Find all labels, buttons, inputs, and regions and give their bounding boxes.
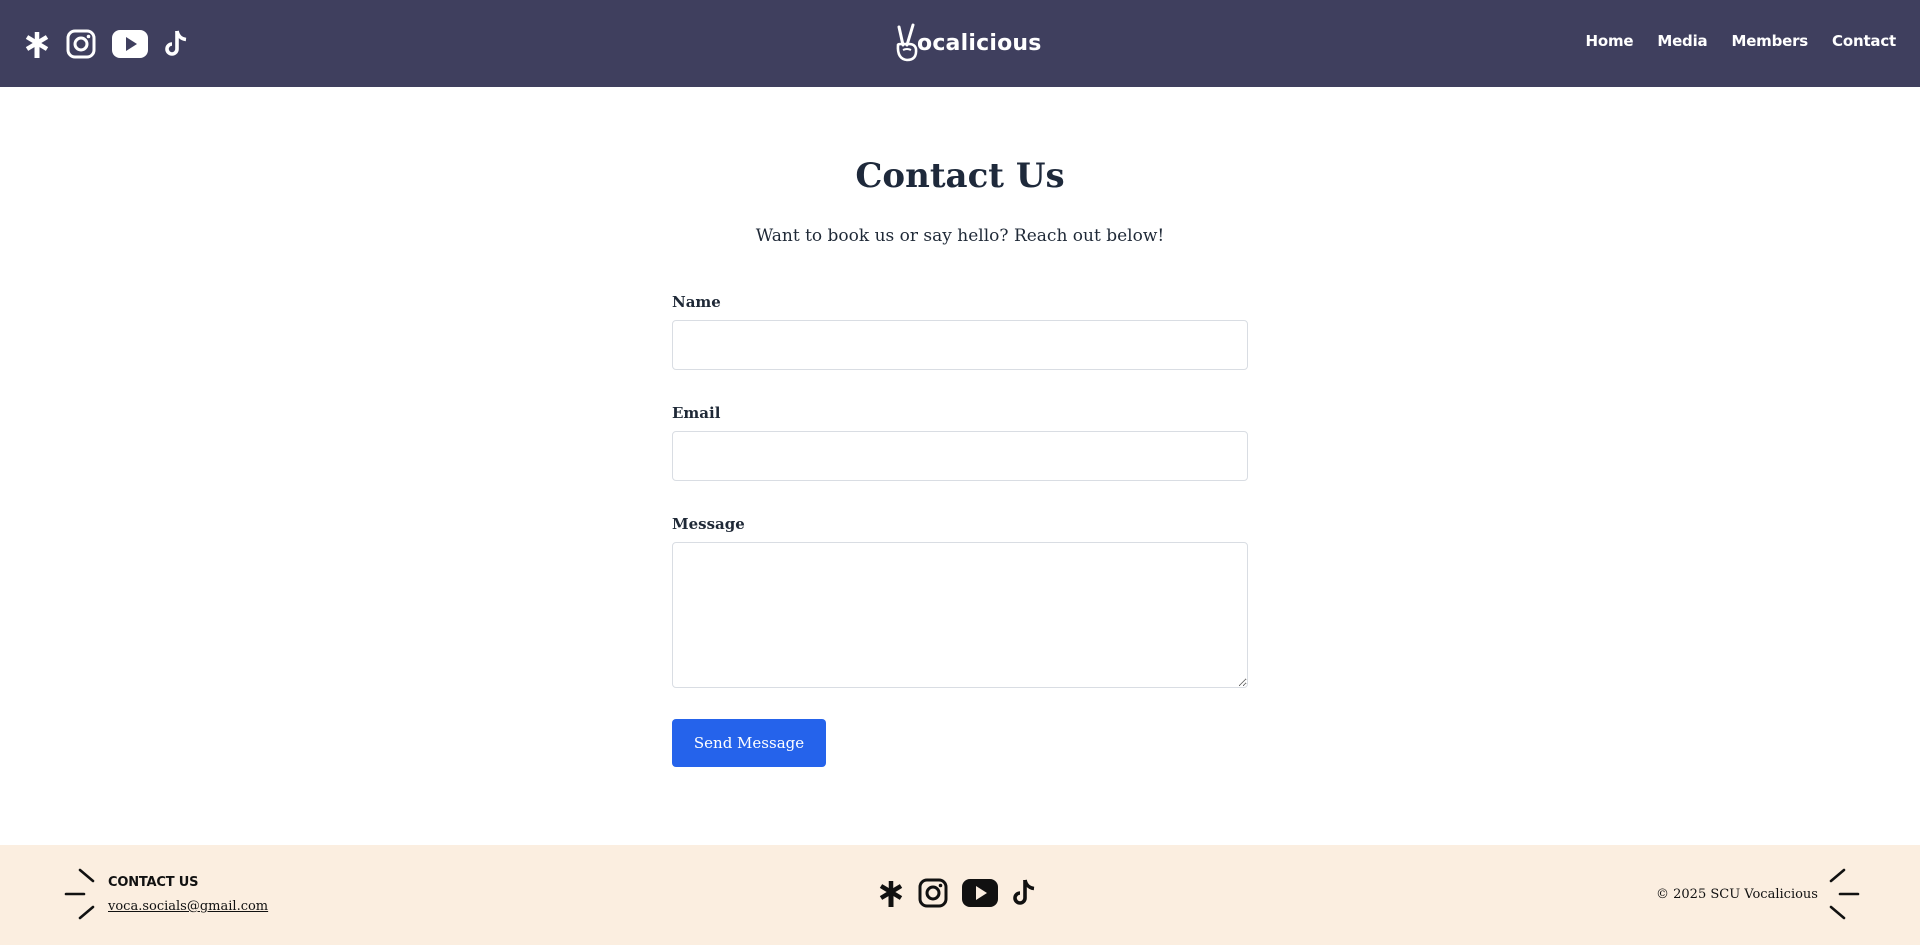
header-social-links	[24, 24, 206, 64]
page-subtitle: Want to book us or say hello? Reach out …	[755, 226, 1165, 246]
message-textarea[interactable]	[672, 542, 1248, 688]
site-header: ocalicious Home Media Members Contact	[0, 0, 1920, 87]
tiktok-icon[interactable]	[164, 29, 190, 59]
linktree-icon[interactable]	[24, 30, 50, 58]
nav-home[interactable]: Home	[1585, 32, 1633, 50]
message-label: Message	[672, 515, 745, 533]
nav-members[interactable]: Members	[1731, 32, 1808, 50]
footer-contact-heading: CONTACT US	[108, 875, 199, 890]
footer-email-link[interactable]: voca.socials@gmail.com	[108, 899, 268, 914]
linktree-icon[interactable]	[878, 879, 904, 907]
footer-social-links	[878, 875, 1052, 911]
sparkle-left-icon	[64, 868, 95, 920]
name-input[interactable]	[672, 320, 1248, 370]
site-footer: CONTACT US voca.socials@gmail.com © 2025…	[0, 845, 1920, 945]
send-message-button[interactable]: Send Message	[672, 719, 826, 767]
youtube-icon[interactable]	[962, 879, 998, 907]
logo-text: ocalicious	[917, 30, 1042, 56]
instagram-icon[interactable]	[918, 878, 948, 908]
tiktok-icon[interactable]	[1012, 878, 1038, 908]
email-label: Email	[672, 404, 721, 422]
name-label: Name	[672, 293, 721, 311]
instagram-icon[interactable]	[66, 29, 96, 59]
main-nav: Home Media Members Contact	[1561, 32, 1896, 50]
sparkle-right-icon	[1829, 868, 1860, 920]
nav-media[interactable]: Media	[1657, 32, 1707, 50]
email-input[interactable]	[672, 431, 1248, 481]
nav-contact[interactable]: Contact	[1832, 32, 1896, 50]
site-logo[interactable]: ocalicious	[893, 20, 1042, 66]
footer-copyright: © 2025 SCU Vocalicious	[1656, 887, 1818, 902]
page-title: Contact Us	[855, 156, 1065, 196]
youtube-icon[interactable]	[112, 30, 148, 58]
contact-form: Name Email Message Send Message	[672, 293, 1248, 767]
footer-contact: CONTACT US voca.socials@gmail.com	[108, 875, 268, 914]
